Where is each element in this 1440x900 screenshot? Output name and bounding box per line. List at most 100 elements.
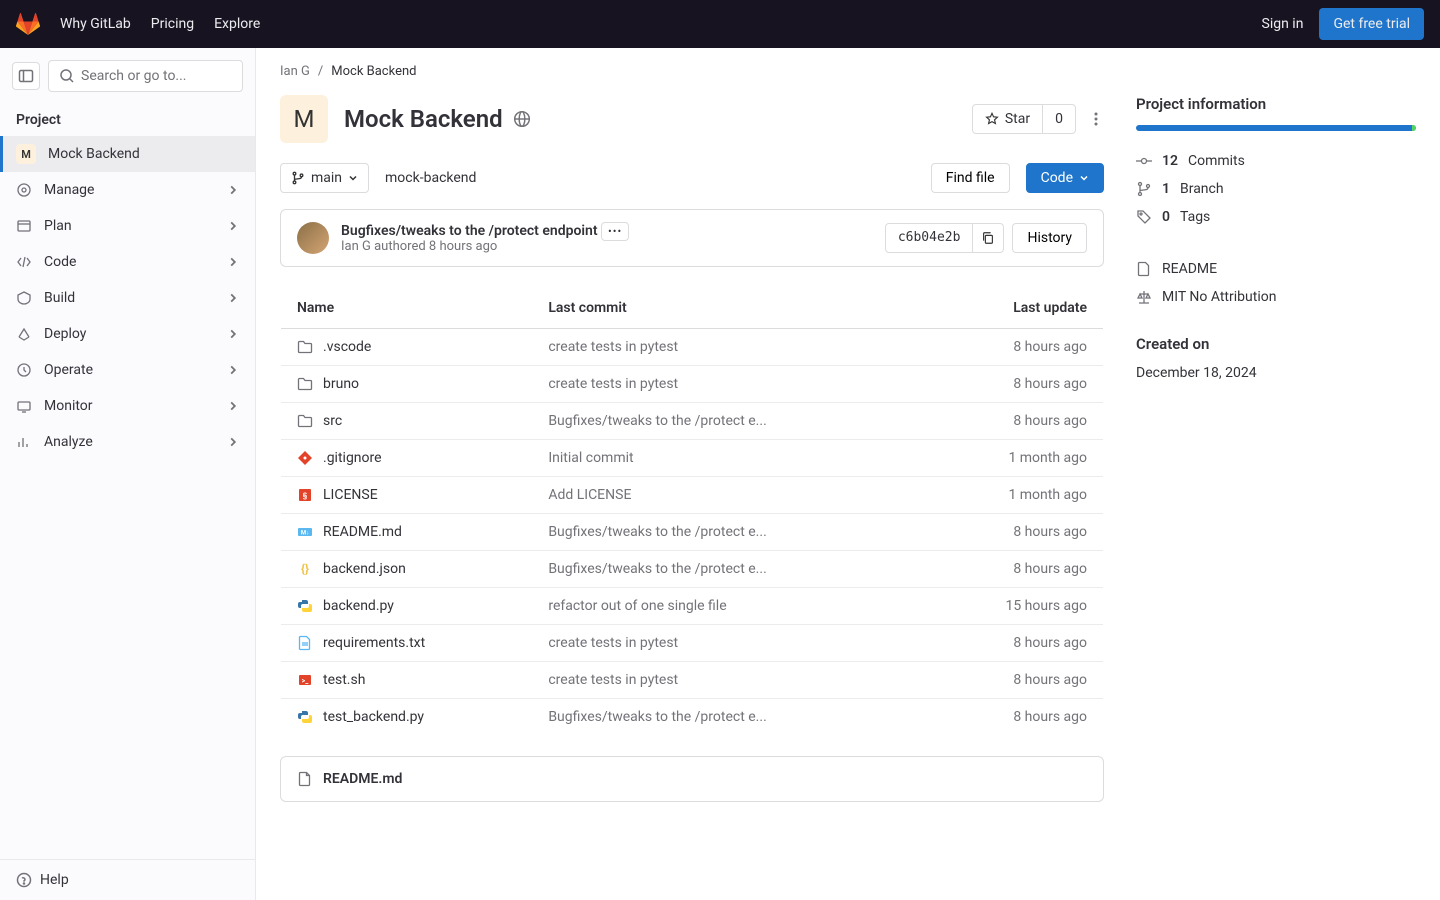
row-time: 8 hours ago: [925, 699, 1104, 736]
table-row[interactable]: .gitignoreInitial commit1 month ago: [281, 440, 1104, 477]
star-icon: [985, 112, 999, 126]
star-count[interactable]: 0: [1042, 105, 1075, 133]
nav-icon: [16, 218, 32, 234]
table-row[interactable]: srcBugfixes/tweaks to the /protect e...8…: [281, 403, 1104, 440]
row-commit[interactable]: Initial commit: [532, 440, 924, 477]
commit-time: 8 hours ago: [429, 239, 497, 254]
more-actions-button[interactable]: [1088, 111, 1104, 127]
row-commit[interactable]: Bugfixes/tweaks to the /protect e...: [532, 403, 924, 440]
sidebar-item-code[interactable]: Code: [0, 244, 255, 280]
sidebar-item-plan[interactable]: Plan: [0, 208, 255, 244]
panel-icon: [18, 68, 34, 84]
avatar[interactable]: [297, 222, 329, 254]
help-link[interactable]: Help: [0, 859, 255, 900]
language-bar[interactable]: [1136, 125, 1416, 131]
commit-message[interactable]: Bugfixes/tweaks to the /protect endpoint: [341, 223, 598, 239]
table-row[interactable]: .vscodecreate tests in pytest8 hours ago: [281, 329, 1104, 366]
sidebar-item-build[interactable]: Build: [0, 280, 255, 316]
chevron-right-icon: [227, 292, 239, 304]
sidebar-item-project[interactable]: MMock Backend: [0, 136, 255, 172]
row-time: 1 month ago: [925, 477, 1104, 514]
created-title: Created on: [1136, 335, 1416, 353]
topbar: Why GitLab Pricing Explore Sign in Get f…: [0, 0, 1440, 48]
file-type-icon: [297, 376, 313, 392]
project-path[interactable]: mock-backend: [385, 170, 476, 186]
table-row[interactable]: {}backend.jsonBugfixes/tweaks to the /pr…: [281, 551, 1104, 588]
row-commit[interactable]: Bugfixes/tweaks to the /protect e...: [532, 551, 924, 588]
tags-link[interactable]: 0Tags: [1136, 203, 1416, 231]
sidebar-item-monitor[interactable]: Monitor: [0, 388, 255, 424]
svg-text:>_: >_: [302, 677, 310, 685]
table-row[interactable]: brunocreate tests in pytest8 hours ago: [281, 366, 1104, 403]
table-row[interactable]: backend.pyrefactor out of one single fil…: [281, 588, 1104, 625]
breadcrumb-owner[interactable]: Ian G: [280, 64, 310, 79]
chevron-right-icon: [227, 328, 239, 340]
row-commit[interactable]: create tests in pytest: [532, 625, 924, 662]
chevron-right-icon: [227, 184, 239, 196]
file-type-icon: [297, 339, 313, 355]
sidebar-item-manage[interactable]: Manage: [0, 172, 255, 208]
copy-sha-button[interactable]: [972, 224, 1003, 252]
row-commit[interactable]: create tests in pytest: [532, 366, 924, 403]
row-time: 8 hours ago: [925, 329, 1104, 366]
sidebar-item-analyze[interactable]: Analyze: [0, 424, 255, 460]
page-title: Mock Backend: [344, 105, 531, 133]
project-avatar: M: [280, 95, 328, 143]
free-trial-button[interactable]: Get free trial: [1319, 8, 1424, 40]
gitlab-logo[interactable]: [16, 12, 40, 36]
nav-icon: [16, 254, 32, 270]
chevron-right-icon: [227, 400, 239, 412]
collapse-sidebar-button[interactable]: [12, 62, 40, 90]
table-row[interactable]: M↓README.mdBugfixes/tweaks to the /prote…: [281, 514, 1104, 551]
file-icon: [297, 771, 313, 787]
license-link[interactable]: MIT No Attribution: [1136, 283, 1416, 311]
sidebar-item-deploy[interactable]: Deploy: [0, 316, 255, 352]
commits-link[interactable]: 12Commits: [1136, 147, 1416, 175]
code-button[interactable]: Code: [1026, 163, 1104, 193]
signin-link[interactable]: Sign in: [1262, 16, 1304, 32]
search-placeholder: Search or go to...: [81, 68, 187, 84]
commit-author[interactable]: Ian G: [341, 239, 371, 254]
breadcrumb-project[interactable]: Mock Backend: [331, 64, 416, 79]
breadcrumb: Ian G / Mock Backend: [256, 48, 1440, 95]
readme-link[interactable]: README: [1136, 255, 1416, 283]
history-button[interactable]: History: [1012, 223, 1087, 253]
table-row[interactable]: §LICENSEAdd LICENSE1 month ago: [281, 477, 1104, 514]
nav-why[interactable]: Why GitLab: [60, 16, 131, 32]
file-type-icon: {}: [297, 561, 313, 577]
row-commit[interactable]: create tests in pytest: [532, 329, 924, 366]
help-label: Help: [40, 872, 69, 888]
commit-more-button[interactable]: •••: [601, 222, 629, 241]
search-input[interactable]: Search or go to...: [48, 60, 243, 92]
table-row[interactable]: test_backend.pyBugfixes/tweaks to the /p…: [281, 699, 1104, 736]
readme-panel: README.md: [280, 756, 1104, 802]
sidebar-item-operate[interactable]: Operate: [0, 352, 255, 388]
row-commit[interactable]: Bugfixes/tweaks to the /protect e...: [532, 699, 924, 736]
commit-sha[interactable]: c6b04e2b: [886, 224, 973, 252]
file-type-icon: [297, 413, 313, 429]
nav-explore[interactable]: Explore: [214, 16, 260, 32]
table-row[interactable]: >_test.shcreate tests in pytest8 hours a…: [281, 662, 1104, 699]
license-icon: [1136, 289, 1152, 305]
file-type-icon: >_: [297, 672, 313, 688]
branch-selector[interactable]: main: [280, 163, 369, 193]
row-commit[interactable]: Bugfixes/tweaks to the /protect e...: [532, 514, 924, 551]
branch-icon: [1136, 181, 1152, 197]
branch-icon: [291, 171, 305, 185]
file-type-icon: [297, 709, 313, 725]
row-commit[interactable]: Add LICENSE: [532, 477, 924, 514]
table-row[interactable]: requirements.txtcreate tests in pytest8 …: [281, 625, 1104, 662]
row-time: 8 hours ago: [925, 625, 1104, 662]
row-time: 8 hours ago: [925, 662, 1104, 699]
find-file-button[interactable]: Find file: [931, 163, 1010, 193]
search-icon: [59, 68, 75, 84]
chevron-right-icon: [227, 436, 239, 448]
nav-pricing[interactable]: Pricing: [151, 16, 194, 32]
chevron-right-icon: [227, 364, 239, 376]
star-button[interactable]: Star 0: [972, 104, 1076, 134]
info-title: Project information: [1136, 95, 1416, 113]
tag-icon: [1136, 209, 1152, 225]
row-commit[interactable]: refactor out of one single file: [532, 588, 924, 625]
row-commit[interactable]: create tests in pytest: [532, 662, 924, 699]
branches-link[interactable]: 1Branch: [1136, 175, 1416, 203]
